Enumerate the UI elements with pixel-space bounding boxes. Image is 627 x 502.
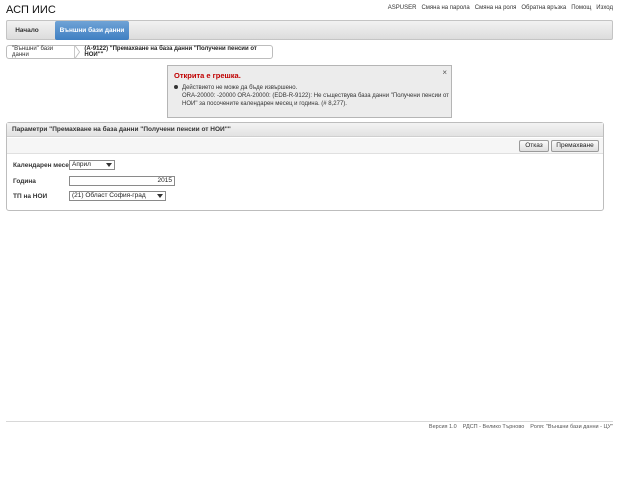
error-line-2: ORA-20000: -20000 ORA-20000: (EDB-R-9122… [182,93,449,99]
breadcrumb-current: (А-9122) "Премахване на база данни "Полу… [84,46,257,58]
cancel-button[interactable]: Отказ [519,140,549,152]
chevron-down-icon [106,163,112,167]
year-label: Година [13,178,36,185]
error-body: Действието не може да бъде извършено. OR… [174,84,449,108]
footer-role: Роля: "Външни бази данни - ЦУ" [530,424,613,430]
footer-version: Версия 1.0 [428,424,457,430]
month-select[interactable]: Април [69,160,115,170]
parameters-region: Параметри "Премахване на база данни "Пол… [6,122,604,211]
error-line-3: НОИ" за посочените календарен месец и го… [182,101,347,107]
change-password-link[interactable]: Смяна на парола [421,5,469,11]
footer-divider [6,421,613,422]
breadcrumb: "Външни" бази данни (А-9122) "Премахване… [6,45,273,59]
close-icon[interactable]: × [442,68,447,77]
change-role-link[interactable]: Смяна на роля [475,5,517,11]
month-label: Календарен месец [13,162,73,169]
error-message: Открита е грешка. × Действието не може д… [167,65,452,118]
feedback-link[interactable]: Обратна връзка [521,5,566,11]
logout-link[interactable]: Изход [596,5,613,11]
footer-office: РДСП - Велико Търново [462,424,525,430]
help-link[interactable]: Помощ [571,5,591,11]
tp-value: (21) Област София-град [72,192,146,199]
tab-home[interactable]: Начало [7,21,47,40]
error-line-1: Действието не може да бъде извършено. [182,85,298,91]
tp-select[interactable]: (21) Област София-град [69,191,166,201]
tab-external-databases[interactable]: Външни бази данни [55,21,129,40]
nav-bar: Начало Външни бази данни [6,20,613,40]
user-link[interactable]: ASPUSER [388,5,417,11]
region-title: Параметри "Премахване на база данни "Пол… [7,123,603,137]
year-input[interactable]: 2015 [69,176,175,186]
top-links: ASPUSER Смяна на парола Смяна на роля Об… [388,5,613,11]
error-title: Открита е грешка. [174,71,241,80]
region-button-bar: Отказ Премахване [7,138,603,154]
chevron-down-icon [157,194,163,198]
footer: Версия 1.0 РДСП - Велико Търново Роля: "… [429,424,613,430]
month-value: Април [72,161,91,168]
tp-label: ТП на НОИ [13,193,48,200]
bullet-icon [174,85,178,90]
delete-button[interactable]: Премахване [551,140,599,152]
app-title: АСП ИИС [6,4,56,16]
breadcrumb-parent[interactable]: "Външни" бази данни [7,46,75,58]
